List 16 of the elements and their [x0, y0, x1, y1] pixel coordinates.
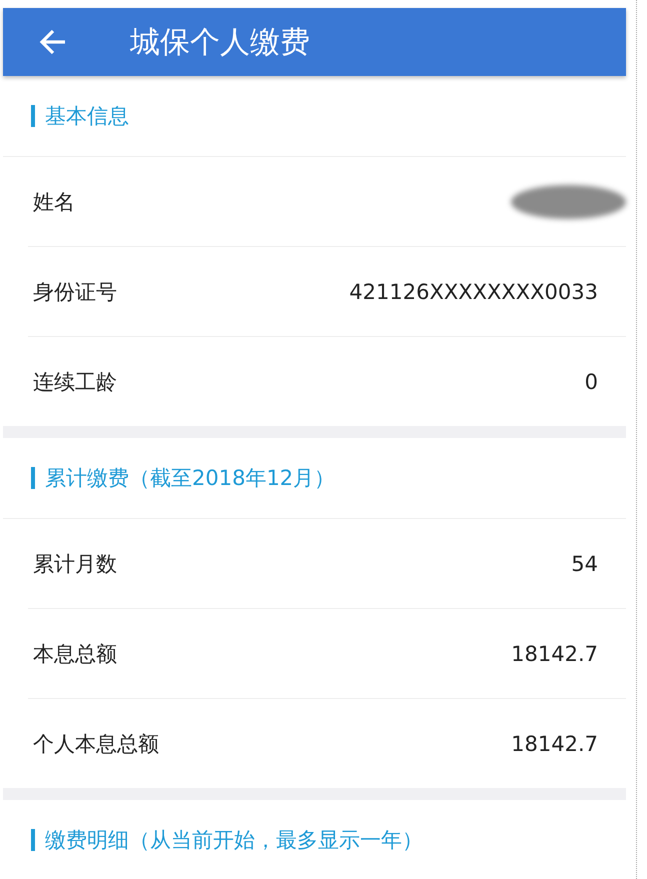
field-value: 0	[584, 370, 598, 394]
field-value: 18142.7	[511, 732, 598, 756]
field-label: 本息总额	[33, 640, 117, 668]
back-arrow-icon[interactable]	[38, 27, 68, 57]
field-label: 连续工龄	[33, 368, 117, 396]
field-label: 累计月数	[33, 550, 117, 578]
section-title: 基本信息	[31, 105, 129, 127]
field-value: 18142.7	[511, 642, 598, 666]
field-value: 421126XXXXXXXX0033	[349, 280, 598, 304]
field-label: 个人本息总额	[33, 730, 159, 758]
field-value: 54	[571, 552, 598, 576]
field-label: 姓名	[33, 188, 75, 216]
field-label: 身份证号	[33, 278, 117, 306]
section-title: 缴费明细（从当前开始，最多显示一年）	[31, 829, 423, 851]
page-title: 城保个人缴费	[130, 24, 310, 62]
section-title: 累计缴费（截至2018年12月）	[31, 467, 336, 489]
